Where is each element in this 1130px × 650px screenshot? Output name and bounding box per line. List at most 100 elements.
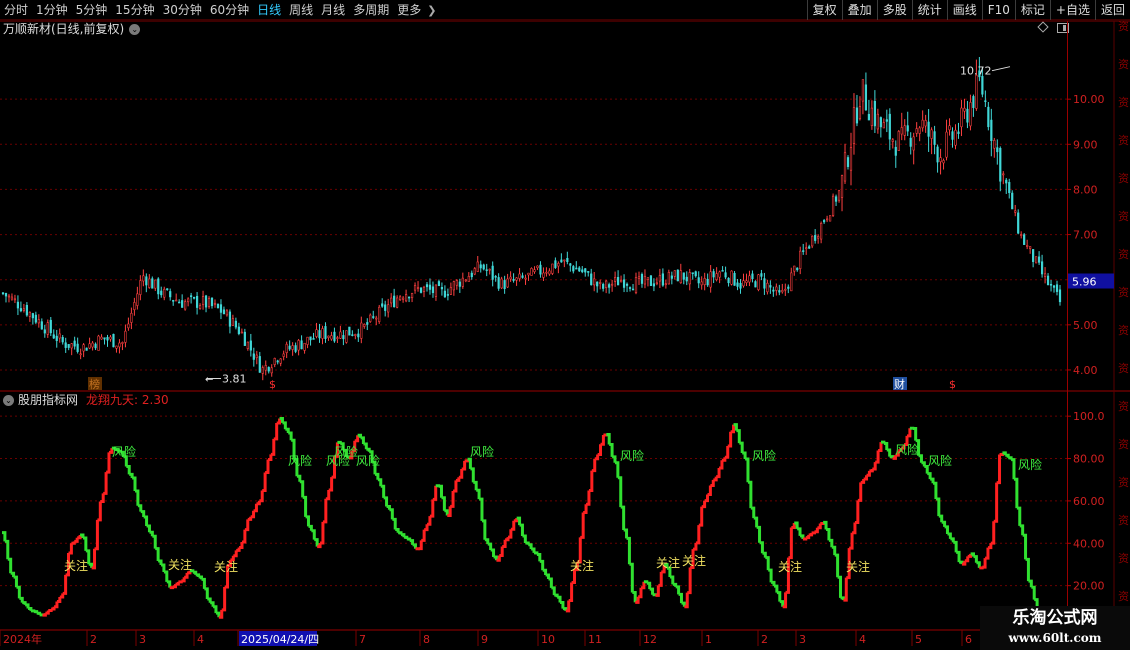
tab-period-7[interactable]: 周线: [285, 0, 317, 20]
tab-period-5[interactable]: 60分钟: [206, 0, 253, 20]
tab-period-6[interactable]: 日线: [253, 0, 285, 20]
chart-canvas[interactable]: 资资资资资资资资资资资资资资资资 10.009.008.007.006.005.…: [0, 0, 1130, 650]
candle-body: [1049, 283, 1053, 286]
price-panel-header: 万顺新材(日线,前复权) ⌄: [3, 21, 141, 37]
toolbar-button-0[interactable]: 复权: [806, 0, 842, 20]
tab-period-3[interactable]: 15分钟: [111, 0, 158, 20]
indicator-segment: [424, 524, 429, 532]
window-restore-icon[interactable]: [1057, 23, 1069, 33]
candle-body: [279, 358, 282, 364]
candle-body: [1058, 289, 1062, 303]
indicator-segment: [496, 555, 501, 562]
indicator-name[interactable]: 股朋指标网: [18, 393, 78, 407]
candle-body: [148, 278, 151, 288]
indicator-segment: [331, 456, 337, 479]
tab-period-9[interactable]: 多周期: [349, 0, 393, 20]
chevron-down-icon[interactable]: ⌄: [3, 394, 14, 406]
toolbar-button-3[interactable]: 统计: [911, 0, 947, 20]
indicator-segment: [380, 484, 386, 498]
event-marker-bg: [88, 377, 102, 390]
candle-body: [1002, 173, 1005, 176]
indicator-segment: [207, 597, 212, 603]
candle-body: [837, 190, 841, 201]
side-panel-glyph: 资: [1118, 514, 1129, 527]
indicator-segment: [204, 587, 209, 600]
tab-period-2[interactable]: 5分钟: [72, 0, 112, 20]
chevron-down-icon[interactable]: ⌄: [129, 23, 141, 35]
indicator-segment: [675, 585, 681, 595]
indicator-segment: [502, 539, 507, 549]
candle-body: [488, 268, 491, 271]
toolbar-button-2[interactable]: 多股: [876, 0, 912, 20]
indicator-segment: [42, 613, 47, 617]
tab-period-0[interactable]: 分时: [0, 0, 32, 20]
indicator-segment: [1005, 453, 1010, 458]
indicator-segment: [386, 504, 391, 510]
candle-body: [596, 281, 599, 287]
indicator-segment: [476, 488, 481, 500]
candle-body: [1017, 212, 1020, 234]
indicator-segment: [620, 505, 626, 531]
indicator-segment: [568, 582, 574, 602]
candle-body: [88, 343, 91, 349]
tab-period-4[interactable]: 30分钟: [159, 0, 206, 20]
indicator-segment: [516, 516, 522, 526]
toolbar-button-8[interactable]: 返回: [1094, 0, 1130, 20]
price-axis-label: 9.00: [1073, 138, 1098, 151]
candle-body: [207, 298, 211, 307]
toolbar-button-5[interactable]: F10: [981, 0, 1015, 20]
toolbar-button-4[interactable]: 画线: [946, 0, 982, 20]
indicator-segment: [513, 518, 519, 523]
indicator-segment: [299, 480, 305, 498]
indicator-segment: [947, 532, 952, 539]
candle-body: [778, 290, 781, 293]
candle-body: [210, 297, 214, 307]
indicator-segment: [288, 431, 293, 441]
diamond-icon[interactable]: [1037, 21, 1049, 33]
indicator-segment: [1028, 579, 1033, 588]
risk-signal-label: 风险: [356, 453, 380, 468]
candle-body: [840, 175, 844, 198]
indicator-segment: [554, 593, 559, 598]
candle-body: [787, 286, 790, 289]
indicator-segment: [933, 481, 938, 500]
candle-body: [231, 318, 235, 326]
candle-body: [470, 272, 473, 278]
candle-body: [100, 336, 103, 340]
candle-body: [40, 321, 43, 330]
candle-body: [557, 263, 560, 267]
indicator-segment: [392, 517, 397, 530]
candle-body: [399, 296, 402, 301]
candle-body: [264, 365, 267, 371]
candle-body: [151, 278, 154, 289]
candle-body: [175, 299, 178, 302]
candle-body: [548, 270, 551, 275]
indicator-segment: [285, 427, 290, 434]
indicator-segment: [973, 555, 978, 563]
candle-body: [261, 367, 264, 374]
candle-body: [605, 280, 608, 288]
indicator-segment: [849, 532, 854, 550]
indicator-segment: [996, 454, 1002, 485]
candle-body: [1, 292, 5, 295]
tab-period-1[interactable]: 1分钟: [32, 0, 72, 20]
chevron-right-icon[interactable]: ❯: [427, 4, 436, 17]
tab-period-10[interactable]: 更多: [393, 0, 425, 20]
candle-body: [94, 343, 97, 349]
indicator-segment: [545, 573, 550, 580]
toolbar-button-1[interactable]: 叠加: [841, 0, 877, 20]
candle-body: [652, 283, 656, 287]
indicator-segment: [383, 496, 389, 507]
candle-body: [204, 295, 208, 308]
tab-period-8[interactable]: 月线: [317, 0, 349, 20]
candle-body: [300, 340, 303, 350]
indicator-segment: [762, 551, 767, 558]
indicator-segment: [68, 543, 73, 555]
toolbar-button-7[interactable]: +自选: [1049, 0, 1095, 20]
indicator-segment: [924, 464, 929, 474]
risk-signal-label: 风险: [895, 442, 919, 457]
candle-body: [387, 304, 390, 313]
indicator-segment: [253, 503, 258, 513]
toolbar-button-6[interactable]: 标记: [1014, 0, 1050, 20]
candle-body: [996, 147, 999, 153]
